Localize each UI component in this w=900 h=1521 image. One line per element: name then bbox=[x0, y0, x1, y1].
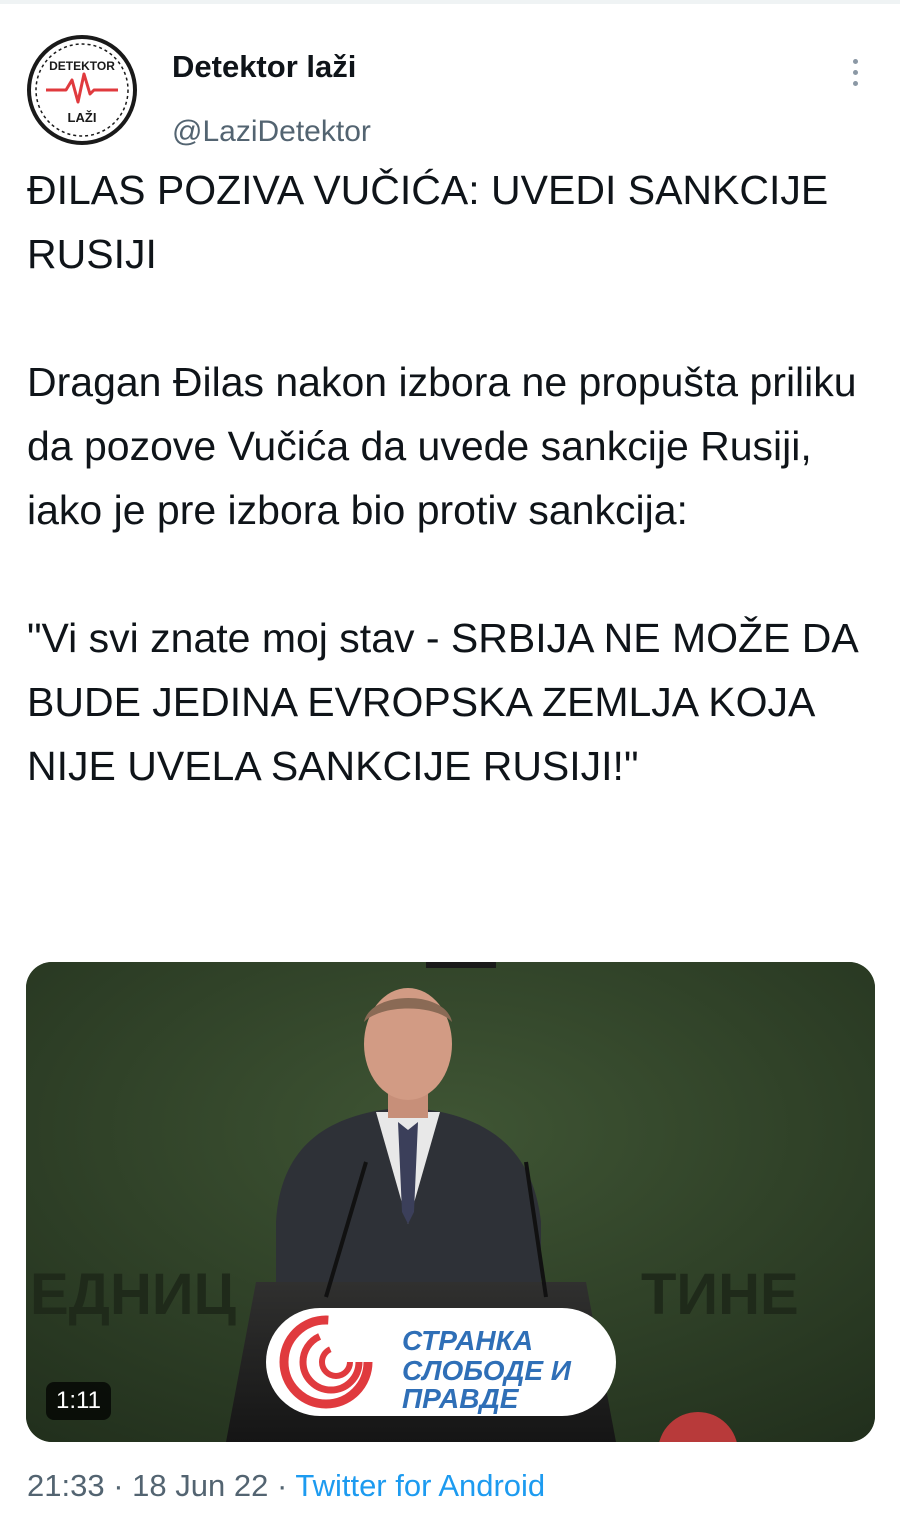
avatar-text-bottom: LAŽI bbox=[68, 110, 97, 125]
tweet-time[interactable]: 21:33 bbox=[27, 1468, 105, 1503]
backdrop-text-left: ЕДНИЦ bbox=[30, 1262, 236, 1327]
avatar-text-top: DETEKTOR bbox=[49, 59, 115, 73]
dot-icon bbox=[852, 58, 858, 64]
tweet-quote: "Vi svi znate moj stav - SRBIJA NE MOŽE … bbox=[27, 615, 857, 789]
avatar[interactable]: DETEKTOR LAŽI bbox=[26, 34, 138, 146]
video-player[interactable]: ЕДНИЦ ТИНЕ СТРАНКА СЛОБОДЕ И ПРАВДЕ 1:11 bbox=[26, 962, 875, 1442]
backdrop-text-right: ТИНЕ bbox=[641, 1262, 799, 1327]
meta-separator: · bbox=[276, 1468, 288, 1503]
detector-logo-icon: DETEKTOR LAŽI bbox=[27, 35, 137, 145]
tweet-source-link[interactable]: Twitter for Android bbox=[295, 1468, 545, 1503]
author-block: Detektor laži @LaziDetektor bbox=[172, 48, 371, 150]
podium-text-line2: СЛОБОДЕ И bbox=[402, 1355, 572, 1386]
more-options-button[interactable] bbox=[840, 52, 870, 92]
podium-text-line3: ПРАВДЕ bbox=[402, 1383, 520, 1414]
dot-icon bbox=[852, 69, 858, 75]
display-name[interactable]: Detektor laži bbox=[172, 48, 371, 86]
tweet-date[interactable]: 18 Jun 22 bbox=[132, 1468, 268, 1503]
tweet-header: DETEKTOR LAŽI Detektor laži @LaziDetekto… bbox=[26, 34, 876, 148]
tweet-text: ĐILAS POZIVA VUČIĆA: UVEDI SANKCIJE RUSI… bbox=[27, 158, 877, 798]
tweet-body: Dragan Đilas nakon izbora ne propušta pr… bbox=[27, 359, 857, 533]
tweet-meta: 21:33 · 18 Jun 22 · Twitter for Android bbox=[27, 1466, 545, 1506]
tweet-page: DETEKTOR LAŽI Detektor laži @LaziDetekto… bbox=[0, 0, 900, 1521]
handle[interactable]: @LaziDetektor bbox=[172, 114, 371, 150]
meta-separator: · bbox=[113, 1468, 124, 1503]
top-divider bbox=[0, 0, 900, 4]
podium-text-line1: СТРАНКА bbox=[402, 1325, 533, 1356]
dot-icon bbox=[852, 80, 858, 86]
video-duration-badge: 1:11 bbox=[46, 1382, 111, 1420]
tweet-headline: ĐILAS POZIVA VUČIĆA: UVEDI SANKCIJE RUSI… bbox=[27, 167, 829, 277]
video-thumbnail: ЕДНИЦ ТИНЕ СТРАНКА СЛОБОДЕ И ПРАВДЕ bbox=[26, 962, 875, 1442]
